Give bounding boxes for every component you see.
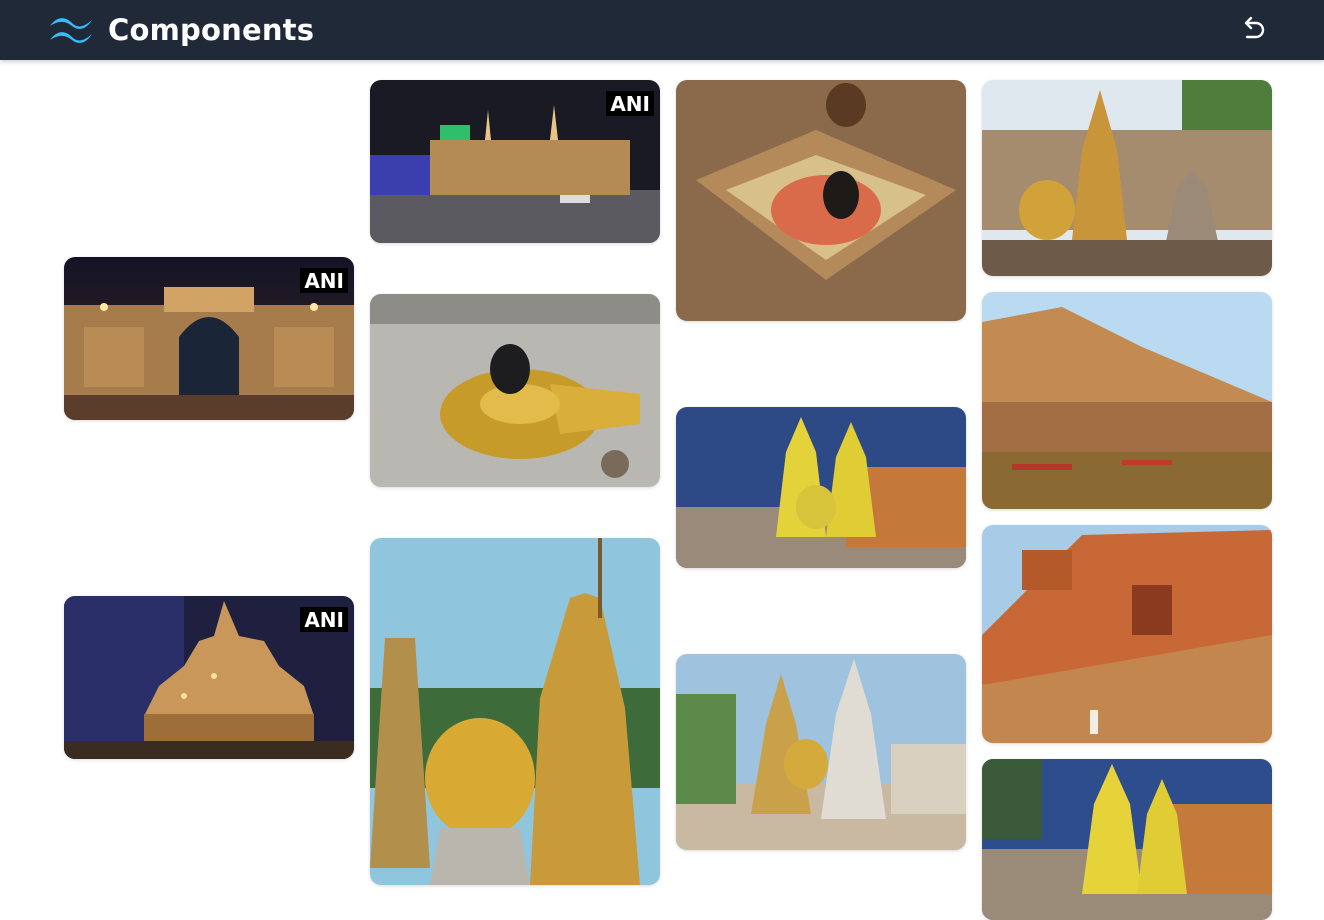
ani-watermark: ANI	[606, 91, 654, 116]
gallery-image-spire-rooftops[interactable]	[982, 80, 1272, 276]
ani-watermark: ANI	[300, 268, 348, 293]
gallery-image-spires-dusk[interactable]	[676, 407, 966, 568]
tailwind-logo-icon[interactable]	[48, 13, 96, 45]
gallery-image-spires-dusk-2[interactable]	[982, 759, 1272, 920]
gallery-image-temple-complex-night[interactable]: ANI	[370, 80, 660, 243]
app-title: Components	[108, 13, 315, 47]
gallery-image-shivling-gold[interactable]	[370, 294, 660, 487]
undo-button[interactable]	[1236, 12, 1270, 46]
gallery-image-spires-daytime[interactable]	[676, 654, 966, 850]
gallery-image-golden-spires[interactable]	[370, 538, 660, 885]
gallery-image-temple-model[interactable]: ANI	[64, 596, 354, 759]
gallery-image-shivling-offering[interactable]	[676, 80, 966, 321]
ani-watermark: ANI	[300, 607, 348, 632]
gallery-image-red-fort-ghat[interactable]	[982, 525, 1272, 743]
gallery-image-illuminated-gate[interactable]: ANI	[64, 257, 354, 420]
gallery-image-ghats-riverfront[interactable]	[982, 292, 1272, 509]
top-app-bar: Components	[0, 0, 1324, 60]
undo-arrow-icon	[1244, 16, 1265, 39]
